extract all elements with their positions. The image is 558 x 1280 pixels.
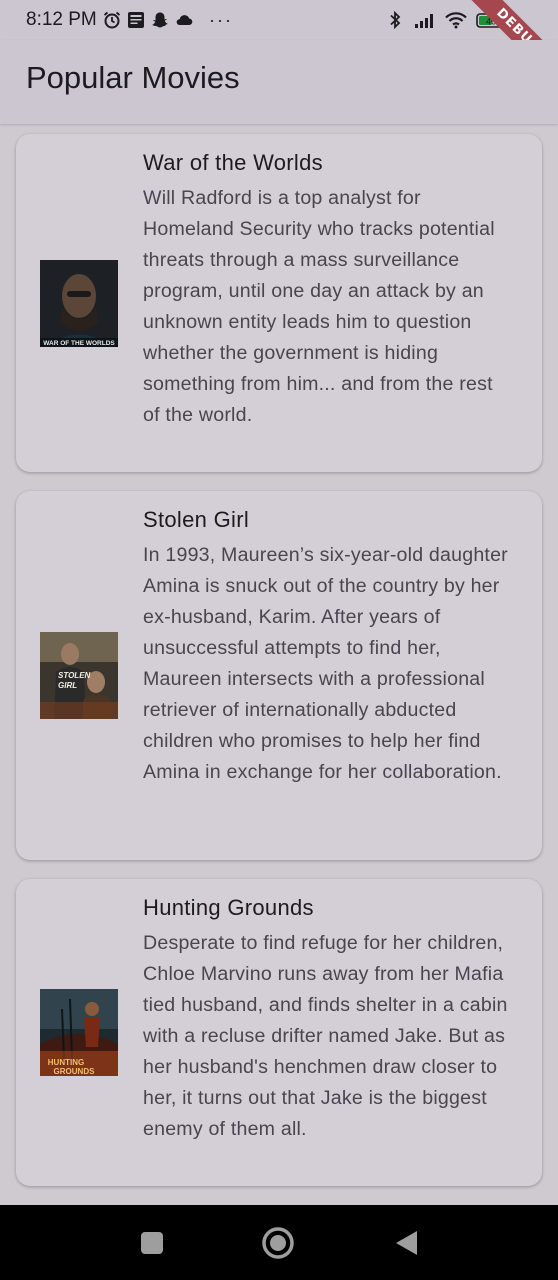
- status-time: 8:12 PM: [26, 9, 97, 30]
- movie-poster-war-of-the-worlds: WAR OF THE WORLDS: [40, 260, 118, 347]
- more-dots-icon: ···: [209, 9, 233, 30]
- movie-card[interactable]: HUNTING GROUNDS Hunting Grounds Desperat…: [16, 879, 542, 1186]
- movie-card[interactable]: WAR OF THE WORLDS War of the Worlds Will…: [16, 134, 542, 472]
- svg-text:HUNTING: HUNTING: [48, 1058, 84, 1067]
- bluetooth-icon: [388, 10, 406, 30]
- snapchat-icon: [151, 11, 169, 29]
- home-circle-icon[interactable]: [261, 1227, 294, 1259]
- alarm-icon: [103, 11, 121, 29]
- movie-poster-hunting-grounds: HUNTING GROUNDS: [40, 989, 118, 1076]
- cloud-icon: [175, 11, 193, 29]
- signal-icon: [414, 11, 436, 29]
- app-bar: Popular Movies: [0, 40, 558, 124]
- svg-text:GIRL: GIRL: [58, 681, 77, 690]
- movie-overview: In 1993, Maureen’s six-year-old daughter…: [143, 544, 508, 783]
- wifi-icon: [444, 11, 468, 29]
- movie-card[interactable]: STOLEN GIRL Stolen Girl In 1993, Maureen…: [16, 491, 542, 860]
- system-nav-bar: [0, 1205, 558, 1280]
- page-title: Popular Movies: [26, 60, 240, 95]
- movie-title: Stolen Girl: [143, 507, 250, 532]
- news-icon: [127, 11, 145, 29]
- movie-list[interactable]: WAR OF THE WORLDS War of the Worlds Will…: [0, 124, 558, 1204]
- movie-poster-stolen-girl: STOLEN GIRL: [40, 632, 118, 719]
- status-bar: 8:12 PM ··· 46 DEBUG: [0, 0, 558, 92]
- svg-text:STOLEN: STOLEN: [58, 671, 91, 680]
- movie-title: War of the Worlds: [143, 150, 323, 175]
- movie-overview: Desperate to find refuge for her childre…: [143, 932, 508, 1140]
- recents-square-icon[interactable]: [136, 1227, 168, 1259]
- movie-title: Hunting Grounds: [143, 895, 314, 920]
- svg-text:WAR OF THE WORLDS: WAR OF THE WORLDS: [43, 340, 115, 347]
- back-triangle-icon[interactable]: [391, 1227, 423, 1259]
- svg-text:GROUNDS: GROUNDS: [54, 1067, 96, 1076]
- movie-overview: Will Radford is a top analyst for Homela…: [143, 187, 495, 426]
